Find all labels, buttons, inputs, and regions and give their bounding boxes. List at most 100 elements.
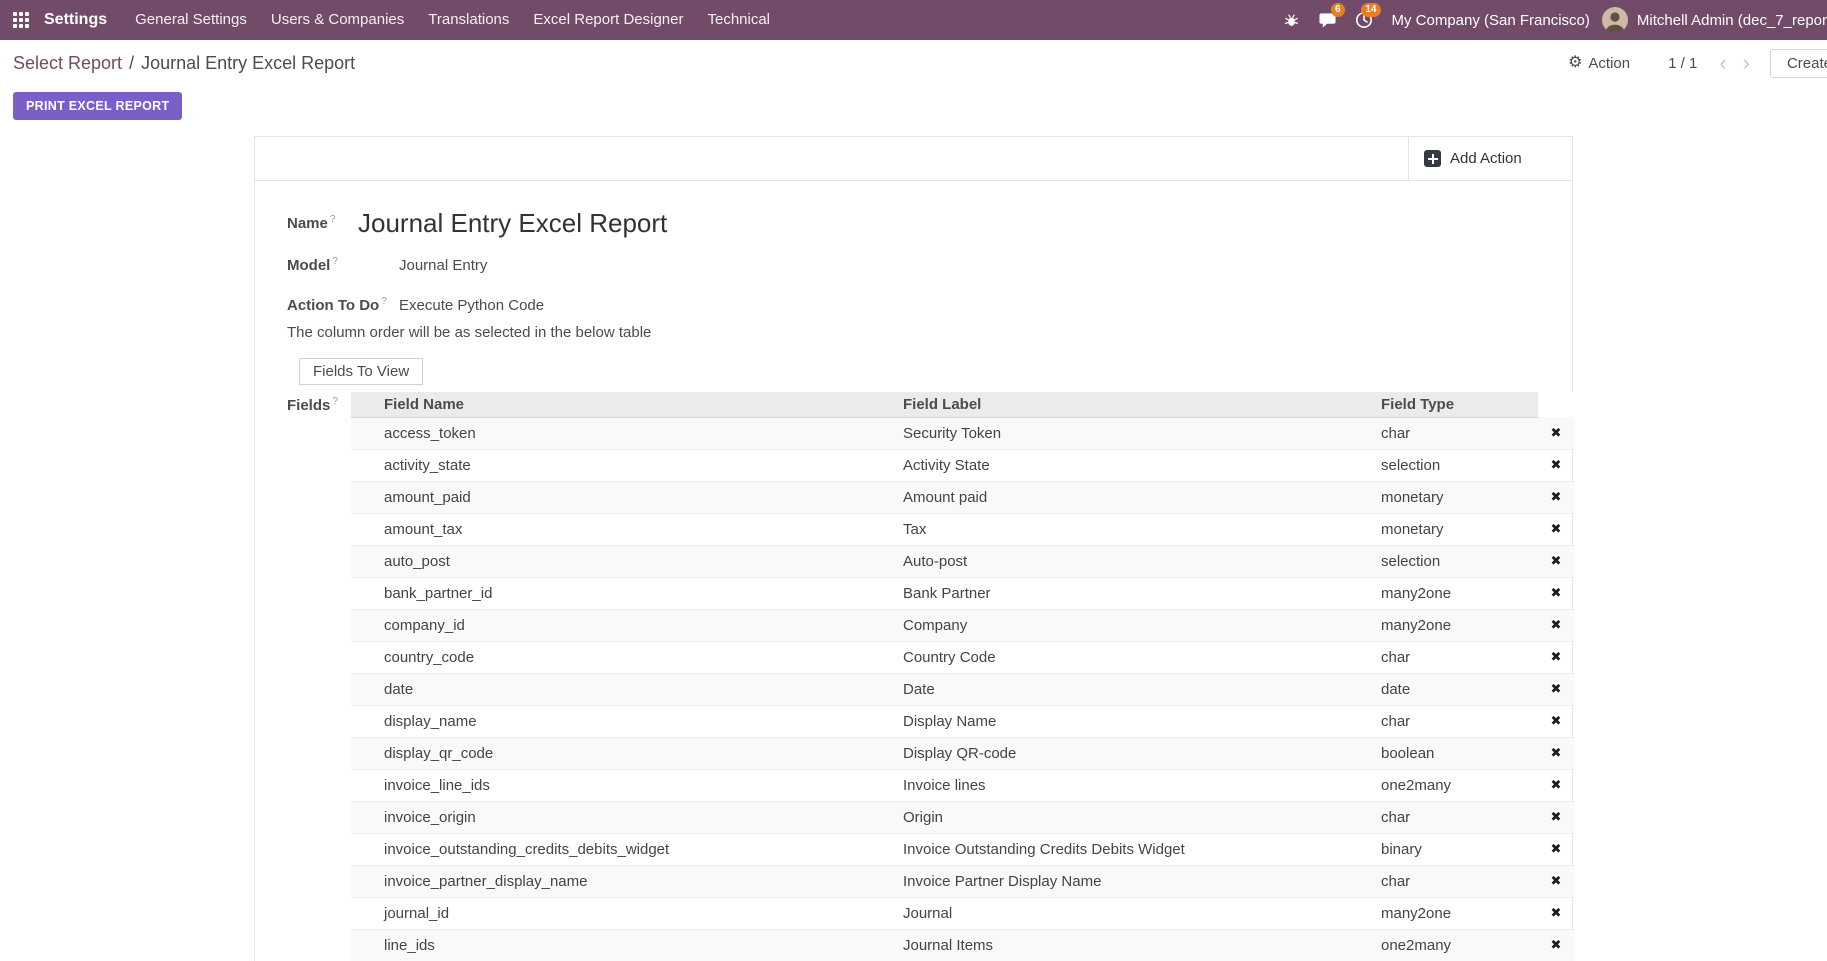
field-name-cell[interactable]: invoice_outstanding_credits_debits_widge… bbox=[351, 833, 895, 865]
field-label-cell[interactable]: Journal Items bbox=[895, 929, 1373, 961]
field-type-cell[interactable]: char bbox=[1373, 417, 1538, 449]
field-type-cell[interactable]: one2many bbox=[1373, 929, 1538, 961]
field-name-cell[interactable]: country_code bbox=[351, 641, 895, 673]
table-row[interactable]: display_qr_codeDisplay QR-codeboolean✖ bbox=[351, 737, 1574, 769]
table-row[interactable]: invoice_partner_display_nameInvoice Part… bbox=[351, 865, 1574, 897]
field-name-cell[interactable]: invoice_line_ids bbox=[351, 769, 895, 801]
delete-row-icon[interactable]: ✖ bbox=[1538, 641, 1574, 673]
delete-row-icon[interactable]: ✖ bbox=[1538, 865, 1574, 897]
field-name-cell[interactable]: display_name bbox=[351, 705, 895, 737]
field-type-cell[interactable]: char bbox=[1373, 705, 1538, 737]
table-row[interactable]: bank_partner_idBank Partnermany2one✖ bbox=[351, 577, 1574, 609]
field-name-cell[interactable]: bank_partner_id bbox=[351, 577, 895, 609]
menu-technical[interactable]: Technical bbox=[695, 0, 782, 40]
activities-icon[interactable]: 14 bbox=[1346, 0, 1382, 40]
field-name-cell[interactable]: auto_post bbox=[351, 545, 895, 577]
field-label-cell[interactable]: Amount paid bbox=[895, 481, 1373, 513]
field-label-cell[interactable]: Origin bbox=[895, 801, 1373, 833]
field-label-cell[interactable]: Country Code bbox=[895, 641, 1373, 673]
field-label-cell[interactable]: Bank Partner bbox=[895, 577, 1373, 609]
delete-row-icon[interactable]: ✖ bbox=[1538, 481, 1574, 513]
table-row[interactable]: access_tokenSecurity Tokenchar✖ bbox=[351, 417, 1574, 449]
chevron-left-icon[interactable]: ‹ bbox=[1711, 52, 1734, 74]
apps-grid-icon[interactable] bbox=[0, 0, 42, 40]
avatar[interactable] bbox=[1602, 7, 1628, 33]
table-row[interactable]: amount_paidAmount paidmonetary✖ bbox=[351, 481, 1574, 513]
table-row[interactable]: activity_stateActivity Stateselection✖ bbox=[351, 449, 1574, 481]
tab-fields-to-view[interactable]: Fields To View bbox=[299, 358, 423, 385]
delete-row-icon[interactable]: ✖ bbox=[1538, 801, 1574, 833]
delete-row-icon[interactable]: ✖ bbox=[1538, 833, 1574, 865]
field-name-cell[interactable]: activity_state bbox=[351, 449, 895, 481]
pager-value[interactable]: 1 / 1 bbox=[1668, 55, 1697, 72]
table-row[interactable]: auto_postAuto-postselection✖ bbox=[351, 545, 1574, 577]
field-name-cell[interactable]: company_id bbox=[351, 609, 895, 641]
field-type-cell[interactable]: char bbox=[1373, 801, 1538, 833]
delete-row-icon[interactable]: ✖ bbox=[1538, 929, 1574, 961]
delete-row-icon[interactable]: ✖ bbox=[1538, 705, 1574, 737]
field-label-cell[interactable]: Display Name bbox=[895, 705, 1373, 737]
messages-icon[interactable]: 6 bbox=[1310, 0, 1346, 40]
delete-row-icon[interactable]: ✖ bbox=[1538, 737, 1574, 769]
app-name[interactable]: Settings bbox=[44, 11, 107, 29]
field-label-cell[interactable]: Invoice Partner Display Name bbox=[895, 865, 1373, 897]
delete-row-icon[interactable]: ✖ bbox=[1538, 417, 1574, 449]
table-row[interactable]: journal_idJournalmany2one✖ bbox=[351, 897, 1574, 929]
debug-icon[interactable] bbox=[1274, 0, 1310, 40]
field-type-cell[interactable]: many2one bbox=[1373, 897, 1538, 929]
delete-row-icon[interactable]: ✖ bbox=[1538, 897, 1574, 929]
table-row[interactable]: company_idCompanymany2one✖ bbox=[351, 609, 1574, 641]
table-row[interactable]: country_codeCountry Codechar✖ bbox=[351, 641, 1574, 673]
field-type-cell[interactable]: selection bbox=[1373, 449, 1538, 481]
create-button[interactable]: Create bbox=[1770, 49, 1827, 78]
field-name-cell[interactable]: display_qr_code bbox=[351, 737, 895, 769]
delete-row-icon[interactable]: ✖ bbox=[1538, 545, 1574, 577]
field-name-cell[interactable]: date bbox=[351, 673, 895, 705]
field-type-cell[interactable]: char bbox=[1373, 641, 1538, 673]
company-menu[interactable]: My Company (San Francisco) bbox=[1392, 12, 1590, 29]
field-label-cell[interactable]: Invoice Outstanding Credits Debits Widge… bbox=[895, 833, 1373, 865]
delete-row-icon[interactable]: ✖ bbox=[1538, 609, 1574, 641]
delete-row-icon[interactable]: ✖ bbox=[1538, 449, 1574, 481]
table-row[interactable]: display_nameDisplay Namechar✖ bbox=[351, 705, 1574, 737]
table-row[interactable]: amount_taxTaxmonetary✖ bbox=[351, 513, 1574, 545]
action-menu-button[interactable]: ⚙ Action bbox=[1568, 55, 1630, 72]
field-label-cell[interactable]: Tax bbox=[895, 513, 1373, 545]
field-type-cell[interactable]: selection bbox=[1373, 545, 1538, 577]
field-label-cell[interactable]: Journal bbox=[895, 897, 1373, 929]
field-label-cell[interactable]: Display QR-code bbox=[895, 737, 1373, 769]
menu-general-settings[interactable]: General Settings bbox=[123, 0, 259, 40]
field-type-cell[interactable]: many2one bbox=[1373, 577, 1538, 609]
delete-row-icon[interactable]: ✖ bbox=[1538, 577, 1574, 609]
print-excel-report-button[interactable]: PRINT EXCEL REPORT bbox=[13, 92, 182, 120]
delete-row-icon[interactable]: ✖ bbox=[1538, 513, 1574, 545]
table-row[interactable]: line_idsJournal Itemsone2many✖ bbox=[351, 929, 1574, 961]
field-type-cell[interactable]: monetary bbox=[1373, 513, 1538, 545]
header-field-label[interactable]: Field Label bbox=[895, 392, 1373, 417]
header-field-type[interactable]: Field Type bbox=[1373, 392, 1538, 417]
delete-row-icon[interactable]: ✖ bbox=[1538, 673, 1574, 705]
add-action-button[interactable]: Add Action bbox=[1408, 137, 1572, 180]
field-label-cell[interactable]: Invoice lines bbox=[895, 769, 1373, 801]
field-type-cell[interactable]: binary bbox=[1373, 833, 1538, 865]
menu-users-companies[interactable]: Users & Companies bbox=[259, 0, 416, 40]
field-name-cell[interactable]: invoice_partner_display_name bbox=[351, 865, 895, 897]
field-label-cell[interactable]: Security Token bbox=[895, 417, 1373, 449]
field-type-cell[interactable]: many2one bbox=[1373, 609, 1538, 641]
field-type-cell[interactable]: one2many bbox=[1373, 769, 1538, 801]
field-type-cell[interactable]: boolean bbox=[1373, 737, 1538, 769]
table-row[interactable]: invoice_outstanding_credits_debits_widge… bbox=[351, 833, 1574, 865]
breadcrumb-parent[interactable]: Select Report bbox=[13, 53, 122, 73]
delete-row-icon[interactable]: ✖ bbox=[1538, 769, 1574, 801]
table-row[interactable]: dateDatedate✖ bbox=[351, 673, 1574, 705]
field-type-cell[interactable]: monetary bbox=[1373, 481, 1538, 513]
field-label-cell[interactable]: Company bbox=[895, 609, 1373, 641]
user-menu[interactable]: Mitchell Admin (dec_7_repor bbox=[1637, 12, 1827, 29]
field-type-cell[interactable]: date bbox=[1373, 673, 1538, 705]
chevron-right-icon[interactable]: › bbox=[1735, 52, 1758, 74]
field-label-cell[interactable]: Auto-post bbox=[895, 545, 1373, 577]
table-row[interactable]: invoice_line_idsInvoice linesone2many✖ bbox=[351, 769, 1574, 801]
menu-translations[interactable]: Translations bbox=[416, 0, 521, 40]
name-value[interactable]: Journal Entry Excel Report bbox=[358, 205, 667, 241]
field-type-cell[interactable]: char bbox=[1373, 865, 1538, 897]
